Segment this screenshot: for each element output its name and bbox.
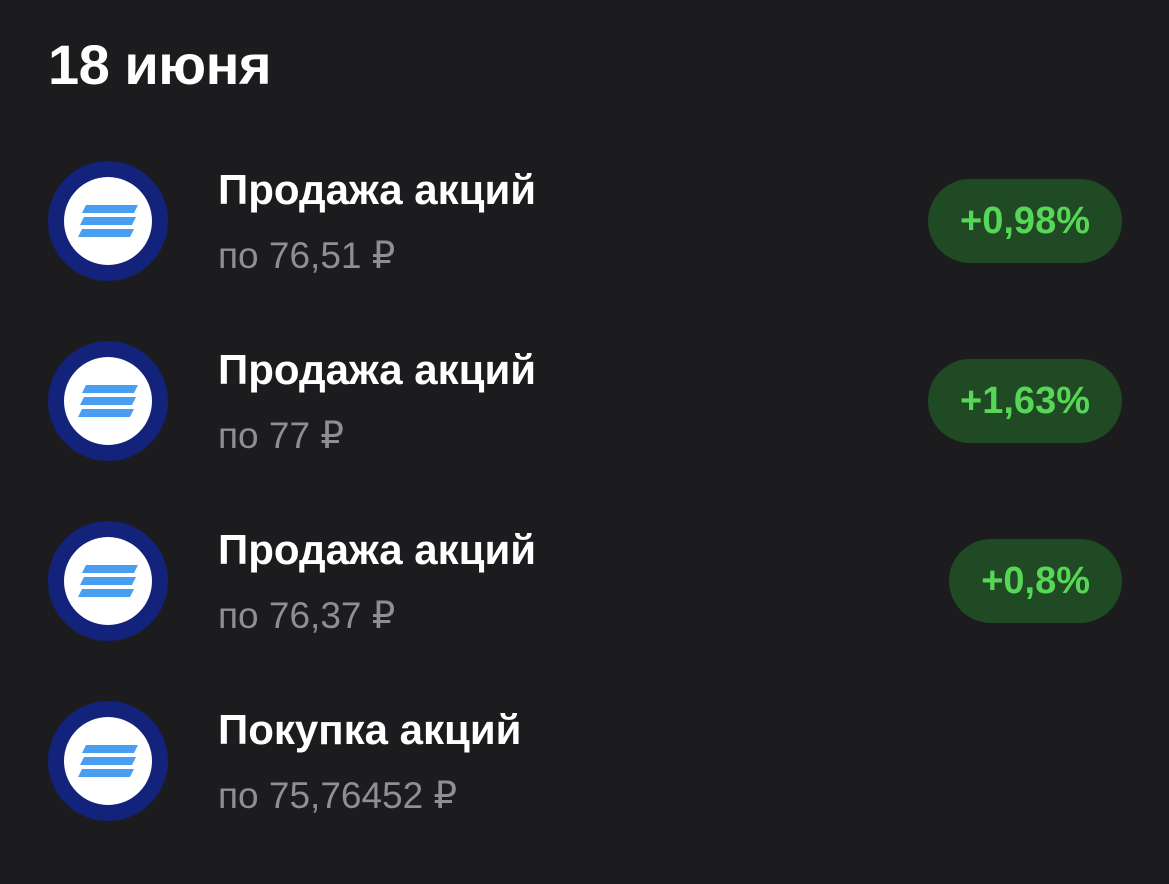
stock-logo-icon <box>48 521 168 641</box>
stock-logo-icon <box>48 161 168 281</box>
operation-title: Продажа акций <box>218 526 537 573</box>
operation-row[interactable]: Продажа акций по 77 ₽ +1,63% <box>0 341 1169 481</box>
operation-price: по 75,76452 ₽ <box>218 775 458 816</box>
operation-row[interactable]: Продажа акций по 76,51 ₽ +0,98% <box>0 161 1169 301</box>
operation-title: Продажа акций <box>218 166 537 213</box>
operation-title: Продажа акций <box>218 346 537 393</box>
operation-price: по 77 ₽ <box>218 415 344 456</box>
change-badge: +0,98% <box>928 179 1122 263</box>
operations-list: Продажа акций по 76,51 ₽ +0,98% Продажа … <box>0 0 1169 884</box>
operation-row[interactable]: Покупка акций по 75,76452 ₽ <box>0 701 1169 841</box>
stock-logo-icon <box>48 701 168 821</box>
operation-price: по 76,37 ₽ <box>218 595 396 636</box>
change-badge: +0,8% <box>949 539 1122 623</box>
operation-row[interactable]: Продажа акций по 76,37 ₽ +0,8% <box>0 521 1169 661</box>
stock-logo-icon <box>48 341 168 461</box>
operation-title: Покупка акций <box>218 706 522 753</box>
operation-price: по 76,51 ₽ <box>218 235 396 276</box>
change-badge: +1,63% <box>928 359 1122 443</box>
